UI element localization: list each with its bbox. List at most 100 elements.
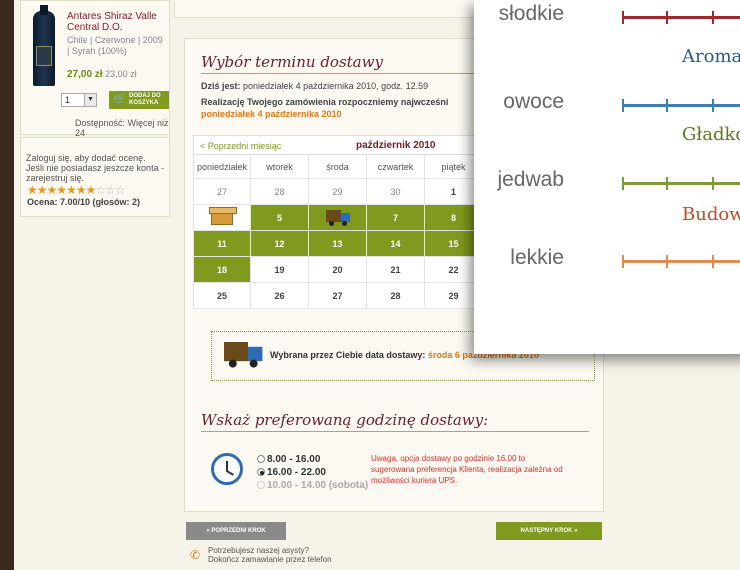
hour-option: 10.00 - 14.00 (sobota) <box>257 479 368 492</box>
scale-tick <box>666 11 668 24</box>
next-step-button[interactable]: NASTĘPNY KROK » <box>496 522 602 540</box>
calendar-week: 25 26 27 28 29 <box>193 283 483 309</box>
calendar-day[interactable]: 18 <box>193 257 251 283</box>
star-icon[interactable]: ★ <box>56 183 67 197</box>
add-to-cart-button[interactable]: 🛒 DODAJ DO KOSZYKA <box>109 91 169 109</box>
calendar-day: 26 <box>251 283 309 309</box>
taste-scale-bar <box>622 255 740 268</box>
ups-truck-icon <box>325 209 350 226</box>
taste-label: owoce <box>503 90 564 113</box>
weekday-header: środa <box>309 155 367 179</box>
calendar-day[interactable]: 13 <box>309 231 367 257</box>
scale-tick <box>622 11 624 24</box>
calendar-day[interactable] <box>309 205 367 231</box>
login-note: Zaloguj się, aby dodać ocenę. Jeśli nie … <box>26 153 165 183</box>
calendar-day[interactable]: 14 <box>367 231 425 257</box>
weekday-header: poniedziałek <box>193 155 251 179</box>
chevron-down-icon[interactable]: ▼ <box>84 94 96 106</box>
product-name[interactable]: Antares Shiraz Valle Central D.O. <box>67 11 167 33</box>
taste-scale-bar <box>622 11 740 24</box>
calendar-day[interactable]: 12 <box>251 231 309 257</box>
star-icon[interactable]: ★ <box>47 183 58 197</box>
star-icon[interactable]: ☆ <box>105 183 116 197</box>
calendar-week: 18 19 20 21 22 <box>193 257 483 283</box>
taste-profile-overlay: słodkie owoce Aroma jedwab Gładkoś lekkie Budo… <box>474 0 740 354</box>
scale-tick <box>666 99 668 112</box>
hour-option[interactable]: 16.00 - 22.00 <box>257 466 368 479</box>
quantity-value: 1 <box>65 95 71 105</box>
hour-option-label: 16.00 - 22.00 <box>267 467 326 478</box>
realization-text: Realizację Twojego zamówienia rozpocznie… <box>201 97 449 107</box>
hours-warning: Uwaga, opcja dostawy po godzinie 16.00 t… <box>371 454 563 485</box>
calendar-week: 578 <box>193 205 483 231</box>
hour-option[interactable]: 8.00 - 16.00 <box>257 453 368 466</box>
phone-icon: ✆ <box>190 548 201 562</box>
add-to-cart-label: DODAJ DO KOSZYKA <box>129 93 161 106</box>
scale-tick <box>712 177 714 190</box>
phone-help[interactable]: Potrzebujesz naszej asysty? Dokończ zamaw… <box>208 546 332 564</box>
hour-radio[interactable] <box>257 468 265 476</box>
calendar-day: 27 <box>193 179 251 205</box>
weekday-header: czwartek <box>367 155 425 179</box>
help-line-1: Potrzebujesz naszej asysty? <box>208 546 309 555</box>
quantity-select[interactable]: 1 ▼ <box>61 93 97 107</box>
star-icon[interactable]: ☆ <box>95 183 106 197</box>
hour-radio <box>257 481 265 489</box>
product-meta: Chile | Czerwone | 2009 | Syrah (100%) <box>67 35 163 56</box>
today-label: Dziś jest: <box>201 81 241 91</box>
scale-tick <box>622 177 624 190</box>
star-icon[interactable]: ★ <box>86 183 97 197</box>
cart-icon: 🛒 <box>113 93 127 105</box>
rating-box: Zaloguj się, aby dodać ocenę. Jeśli nie … <box>20 137 170 217</box>
hour-option-label: 10.00 - 14.00 (sobota) <box>267 480 369 491</box>
scale-tick <box>666 177 668 190</box>
hour-option-label: 8.00 - 16.00 <box>267 454 321 465</box>
taste-label: słodkie <box>498 2 564 25</box>
star-icon[interactable]: ★ <box>76 183 87 197</box>
ups-truck-icon <box>224 342 263 368</box>
hour-radio[interactable] <box>257 455 265 463</box>
divider <box>201 431 589 432</box>
left-column: Antares Shiraz Valle Central D.O. Chile … <box>20 0 170 570</box>
prev-step-button[interactable]: « POPRZEDNI KROK <box>186 522 286 540</box>
calendar-day[interactable]: 5 <box>251 205 309 231</box>
calendar-day: 29 <box>309 179 367 205</box>
calendar-day: 25 <box>193 283 251 309</box>
taste-label: lekkie <box>510 246 564 269</box>
star-icon[interactable]: ★ <box>37 183 48 197</box>
calendar-day[interactable]: 7 <box>367 205 425 231</box>
realization-info: Realizację Twojego zamówienia rozpocznie… <box>201 97 481 119</box>
calendar-grid: poniedziałek wtorek środa czwartek piątek 27 2… <box>193 155 483 309</box>
clock-icon <box>211 453 243 485</box>
star-icon[interactable]: ★ <box>66 183 77 197</box>
calendar-day <box>193 205 251 231</box>
wine-bottle-image[interactable] <box>33 5 55 86</box>
calendar-header: < Poprzedni miesiąc październik 2010 <box>193 135 483 155</box>
page: Antares Shiraz Valle Central D.O. Chile … <box>14 0 740 570</box>
scale-tick <box>666 255 668 268</box>
calendar-day: 30 <box>367 179 425 205</box>
star-icon[interactable]: ☆ <box>115 183 126 197</box>
scale-tick <box>712 255 714 268</box>
calendar-day[interactable]: 11 <box>193 231 251 257</box>
today-info: Dziś jest: poniedziałek 4 października 2… <box>201 81 428 91</box>
calendar-month: październik 2010 <box>356 140 436 151</box>
chosen-date-label: Wybrana przez Ciebie data dostawy: <box>270 350 426 360</box>
hour-options: 8.00 - 16.00 16.00 - 22.00 10.00 - 14.00 (… <box>257 453 368 492</box>
calendar-weekdays: poniedziałek wtorek środa czwartek piątek <box>193 155 483 179</box>
scale-tick <box>712 99 714 112</box>
star-icon[interactable]: ★ <box>27 183 38 197</box>
prev-month-link[interactable]: < Poprzedni miesiąc <box>200 141 281 151</box>
calendar-week: 11 12 13 14 15 <box>193 231 483 257</box>
calendar-week: 27 28 29 30 1 <box>193 179 483 205</box>
scale-tick <box>622 99 624 112</box>
help-line-2: Dokończ zamawianie przez telefon <box>208 555 332 564</box>
realization-date: poniedziałek 4 października 2010 <box>201 109 342 119</box>
calendar-day: 20 <box>309 257 367 283</box>
taste-scale-bar <box>622 177 740 190</box>
rating-score: Ocena: 7.00/10 (głosów: 2) <box>27 197 141 207</box>
rating-stars[interactable]: ★★★★★★★☆☆☆ <box>27 183 126 197</box>
calendar-day: 27 <box>309 283 367 309</box>
taste-label: jedwab <box>497 168 564 191</box>
taste-category-title: Gładkoś <box>682 124 740 145</box>
